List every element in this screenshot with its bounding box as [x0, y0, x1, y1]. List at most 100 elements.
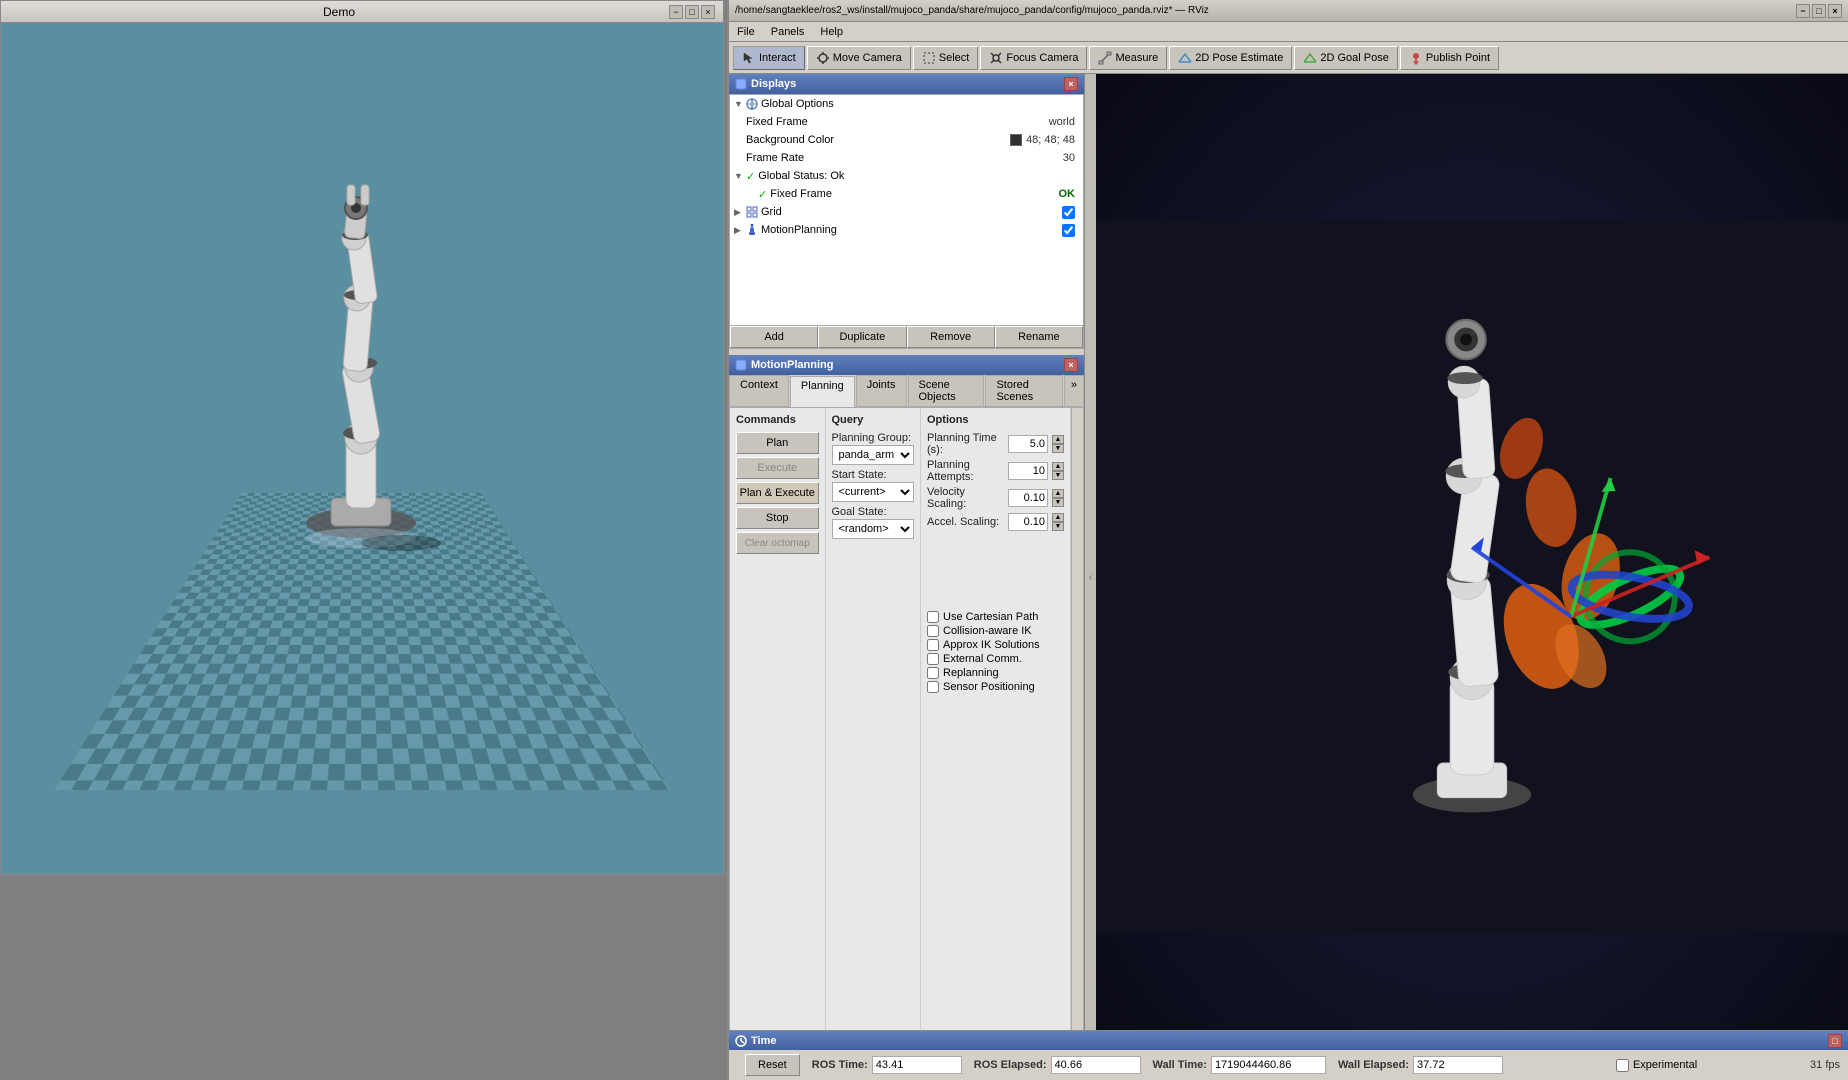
external-comm-cb[interactable]	[927, 653, 939, 665]
tab-more[interactable]: »	[1064, 375, 1084, 406]
rviz-minimize-btn[interactable]: −	[1796, 4, 1810, 18]
tab-scene-objects[interactable]: Scene Objects	[908, 375, 985, 406]
planning-attempts-up[interactable]: ▲	[1052, 462, 1064, 471]
demo-maximize-btn[interactable]: □	[685, 5, 699, 19]
accel-up[interactable]: ▲	[1052, 513, 1064, 522]
experimental-field: Experimental	[1616, 1059, 1697, 1072]
ros-time-input[interactable]	[872, 1056, 962, 1074]
left-panels: Displays × ▼	[729, 74, 1084, 1080]
select-btn[interactable]: Select	[913, 46, 979, 70]
demo-close-btn[interactable]: ×	[701, 5, 715, 19]
plan-btn[interactable]: Plan	[736, 432, 819, 454]
motion-planning-display-row[interactable]: ▶ MotionPlanning	[730, 221, 1083, 239]
time-fields: Reset ROS Time: ROS Elapsed: Wall Time: …	[729, 1050, 1848, 1080]
use-cartesian-cb[interactable]	[927, 611, 939, 623]
rviz-close-btn[interactable]: ×	[1828, 4, 1842, 18]
tab-planning[interactable]: Planning	[790, 376, 855, 407]
rename-display-btn[interactable]: Rename	[995, 326, 1083, 348]
start-state-row: Start State: <current>	[832, 469, 915, 502]
motion-tab-content: Commands Plan Execute Plan & Execute Sto…	[729, 407, 1084, 1080]
accel-scaling-input[interactable]	[1008, 513, 1048, 531]
publish-point-btn[interactable]: Publish Point	[1400, 46, 1499, 70]
clear-octomap-btn[interactable]: Clear octomap	[736, 532, 819, 554]
approx-ik-cb[interactable]	[927, 639, 939, 651]
wall-time-field: Wall Time:	[1153, 1056, 1326, 1074]
goal-state-row: Goal State: <random>	[832, 506, 915, 539]
rviz-3d-viewport	[1096, 74, 1848, 1080]
collision-aware-row: Collision-aware IK	[927, 625, 1064, 637]
experimental-checkbox[interactable]	[1616, 1059, 1629, 1072]
pose-estimate-btn[interactable]: 2D Pose Estimate	[1169, 46, 1292, 70]
rviz-body: Displays × ▼	[729, 74, 1848, 1080]
accel-scaling-row: Accel. Scaling: ▲ ▼	[927, 513, 1064, 531]
grid-checkbox[interactable]	[1062, 206, 1075, 219]
planning-attempts-spin: ▲ ▼	[1052, 462, 1064, 480]
move-camera-btn[interactable]: Move Camera	[807, 46, 911, 70]
execute-btn[interactable]: Execute	[736, 457, 819, 479]
planning-group-select[interactable]: panda_arm	[832, 445, 915, 465]
menu-panels[interactable]: Panels	[771, 26, 805, 38]
sensor-positioning-cb[interactable]	[927, 681, 939, 693]
fixed-frame-status-row: ✓ Fixed Frame OK	[730, 185, 1083, 203]
globe-icon	[746, 98, 758, 110]
tab-joints[interactable]: Joints	[856, 375, 907, 406]
planning-time-down[interactable]: ▼	[1052, 444, 1064, 453]
bg-color-row: Background Color 48; 48; 48	[730, 131, 1083, 149]
stop-btn[interactable]: Stop	[736, 507, 819, 529]
measure-btn[interactable]: Measure	[1089, 46, 1167, 70]
velocity-up[interactable]: ▲	[1052, 489, 1064, 498]
tab-stored-scenes[interactable]: Stored Scenes	[985, 375, 1062, 406]
fps-display: 31 fps	[1810, 1059, 1840, 1071]
planning-time-up[interactable]: ▲	[1052, 435, 1064, 444]
rviz-3d-scene	[1096, 74, 1848, 1080]
accel-scaling-spin: ▲ ▼	[1052, 513, 1064, 531]
add-display-btn[interactable]: Add	[730, 326, 818, 348]
goal-state-select[interactable]: <random>	[832, 519, 915, 539]
remove-display-btn[interactable]: Remove	[907, 326, 995, 348]
menubar: File Panels Help	[729, 22, 1848, 42]
global-options-row[interactable]: ▼ Global Options	[730, 95, 1083, 113]
wall-elapsed-input[interactable]	[1413, 1056, 1503, 1074]
planning-time-input[interactable]	[1008, 435, 1048, 453]
planning-attempts-down[interactable]: ▼	[1052, 471, 1064, 480]
motion-panel-close[interactable]: ×	[1064, 358, 1078, 372]
demo-minimize-btn[interactable]: −	[669, 5, 683, 19]
displays-panel-close[interactable]: ×	[1064, 77, 1078, 91]
grid-row[interactable]: ▶ Grid	[730, 203, 1083, 221]
robot-icon	[746, 224, 758, 236]
commands-col: Commands Plan Execute Plan & Execute Sto…	[730, 408, 826, 1034]
plan-execute-btn[interactable]: Plan & Execute	[736, 482, 819, 504]
demo-title: Demo	[9, 5, 669, 19]
global-status-row[interactable]: ▼ ✓ Global Status: Ok	[730, 167, 1083, 185]
panel-collapse-handle[interactable]: ‹	[1084, 74, 1096, 1080]
displays-content: ▼ Global Options Fixed Frame	[729, 94, 1084, 349]
options-col: Options Planning Time (s): ▲ ▼	[921, 408, 1071, 1034]
goal-pose-btn[interactable]: 2D Goal Pose	[1294, 46, 1397, 70]
replanning-cb[interactable]	[927, 667, 939, 679]
wall-time-input[interactable]	[1211, 1056, 1326, 1074]
ros-elapsed-field: ROS Elapsed:	[974, 1056, 1141, 1074]
accel-down[interactable]: ▼	[1052, 522, 1064, 531]
velocity-scaling-input[interactable]	[1008, 489, 1048, 507]
rviz-maximize-btn[interactable]: □	[1812, 4, 1826, 18]
goal-pose-icon	[1303, 51, 1317, 65]
menu-file[interactable]: File	[737, 26, 755, 38]
start-state-select[interactable]: <current>	[832, 482, 915, 502]
interact-btn[interactable]: Interact	[733, 46, 805, 70]
motion-panel-icon	[735, 359, 747, 371]
reset-btn[interactable]: Reset	[745, 1054, 800, 1076]
robot-arm	[251, 143, 471, 523]
tab-context[interactable]: Context	[729, 375, 789, 406]
planning-attempts-input[interactable]	[1008, 462, 1048, 480]
fixed-frame-row: Fixed Frame world	[730, 113, 1083, 131]
collision-aware-cb[interactable]	[927, 625, 939, 637]
menu-help[interactable]: Help	[820, 26, 843, 38]
duplicate-display-btn[interactable]: Duplicate	[818, 326, 906, 348]
focus-camera-icon	[989, 51, 1003, 65]
ros-elapsed-input[interactable]	[1051, 1056, 1141, 1074]
motion-scrollbar[interactable]	[1071, 408, 1083, 1034]
focus-camera-btn[interactable]: Focus Camera	[980, 46, 1087, 70]
velocity-down[interactable]: ▼	[1052, 498, 1064, 507]
time-panel-expand[interactable]: □	[1828, 1034, 1842, 1048]
motion-planning-checkbox[interactable]	[1062, 224, 1075, 237]
